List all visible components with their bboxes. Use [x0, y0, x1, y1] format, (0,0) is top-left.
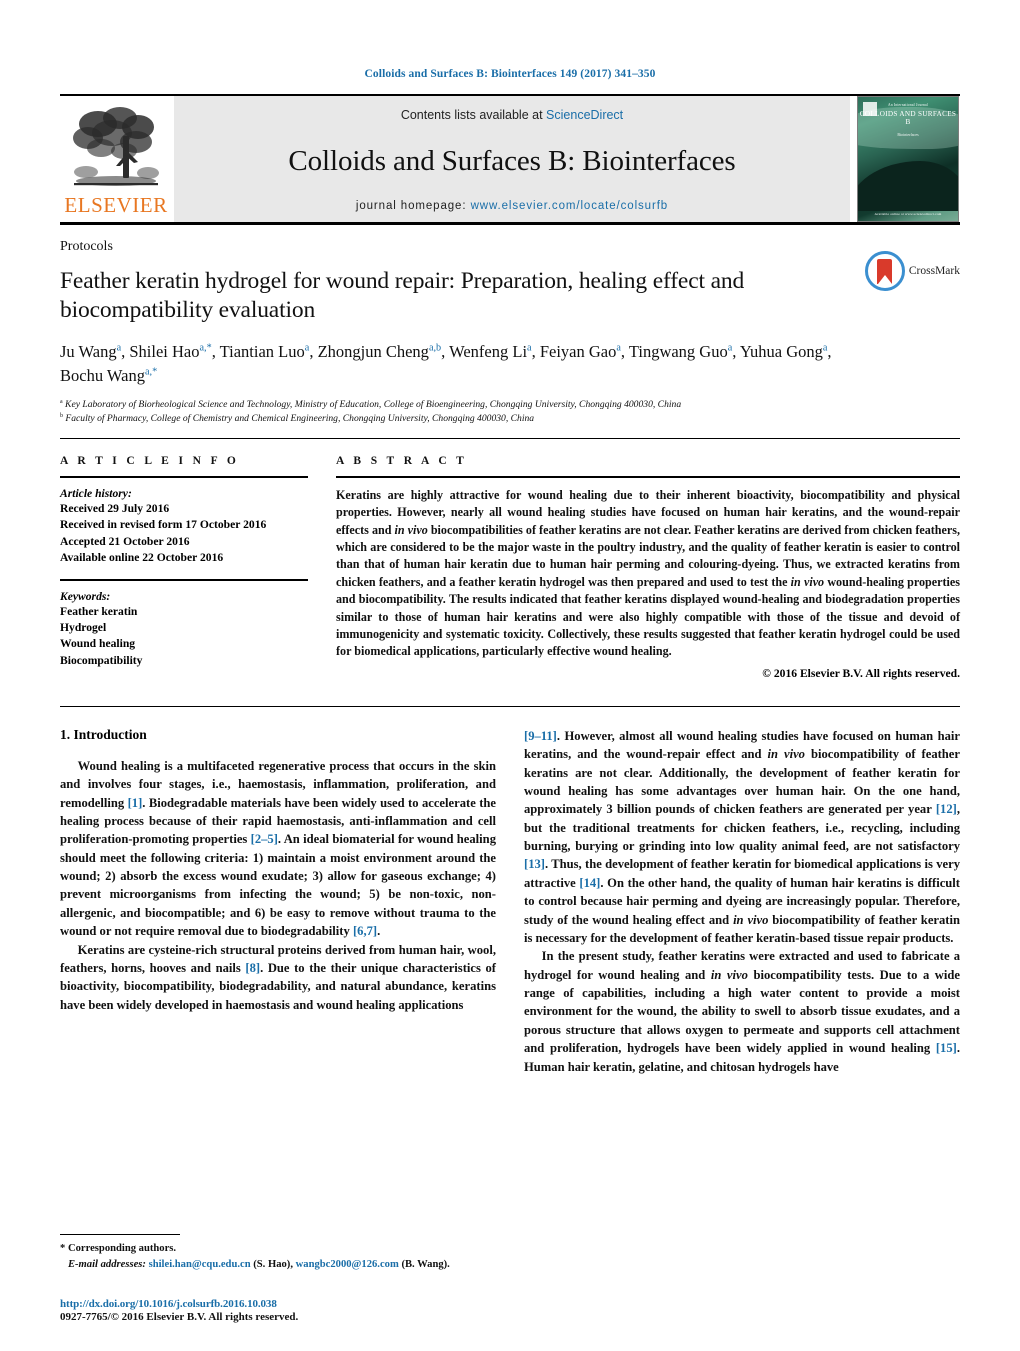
homepage-url-link[interactable]: www.elsevier.com/locate/colsurfb — [471, 200, 669, 212]
abstract-rule — [336, 475, 960, 478]
intro-paragraph-3: [9–11]. However, almost all wound healin… — [524, 728, 960, 945]
history-accepted: Accepted 21 October 2016 — [60, 534, 190, 548]
affiliation-a: a Key Laboratory of Biorheological Scien… — [60, 399, 682, 411]
email-owner-wang: (B. Wang). — [401, 1259, 450, 1271]
article-section-type: Protocols — [60, 239, 113, 254]
affiliation-b: b Faculty of Pharmacy, College of Chemis… — [60, 412, 535, 425]
section-heading-introduction: 1. Introduction — [60, 726, 147, 742]
affiliation-a-text: Key Laboratory of Biorheological Science… — [65, 399, 682, 411]
footnotes-block: * Corresponding authors. E-mail addresse… — [60, 1234, 472, 1273]
email-link-hao[interactable]: shilei.han@cqu.edu.cn — [149, 1259, 251, 1270]
cover-wave-dark — [858, 161, 958, 212]
email-owner-hao: (S. Hao), — [253, 1259, 293, 1271]
sciencedirect-link[interactable]: ScienceDirect — [546, 108, 623, 122]
crossmark-icon — [864, 251, 905, 291]
cover-footer-text: Available online at www.sciencedirect.co… — [874, 212, 942, 216]
page-title: Feather keratin hydrogel for wound repai… — [60, 268, 745, 323]
keyword-item: Feather keratin — [60, 604, 138, 618]
affiliation-b-text: Faculty of Pharmacy, College of Chemistr… — [65, 413, 535, 425]
issn-copyright-line: 0927-7765/© 2016 Elsevier B.V. All right… — [60, 1311, 299, 1323]
keyword-item: Biocompatibility — [60, 653, 143, 667]
cover-text-block: An International Journal COLLOIDS AND SU… — [858, 103, 958, 137]
contents-prefix: Contents lists available at — [400, 108, 543, 122]
journal-cover-thumbnail: An International Journal COLLOIDS AND SU… — [856, 96, 960, 222]
keyword-item: Hydrogel — [60, 621, 107, 635]
email-addresses-note: E-mail addresses: shilei.han@cqu.edu.cn … — [60, 1257, 472, 1273]
journal-masthead: ELSEVIER Contents lists available at Sci… — [60, 94, 960, 222]
history-received: Received 29 July 2016 — [60, 501, 170, 515]
doi-block: http://dx.doi.org/10.1016/j.colsurfb.201… — [60, 1298, 480, 1323]
abstract-text: Keratins are highly attractive for wound… — [336, 487, 960, 659]
elsevier-tree-icon — [73, 107, 159, 186]
intro-paragraph-2: Keratins are cysteine-rich structural pr… — [60, 942, 496, 1012]
cover-title: COLLOIDS AND SURFACES B — [859, 110, 957, 127]
running-head: Colloids and Surfaces B: Biointerfaces 1… — [364, 68, 656, 80]
journal-title: Colloids and Surfaces B: Biointerfaces — [288, 144, 736, 177]
footnote-rule — [60, 1234, 180, 1236]
article-info-rule — [60, 475, 308, 478]
email-label: E-mail addresses: — [67, 1259, 146, 1271]
abstract-column: A B S T R A C T Keratins are highly attr… — [336, 455, 960, 680]
homepage-label: journal homepage: — [355, 200, 467, 212]
history-online: Available online 22 October 2016 — [60, 551, 224, 565]
article-history-title: Article history: — [60, 486, 132, 500]
cover-kicker: An International Journal — [888, 103, 928, 107]
elsevier-wordmark: ELSEVIER — [64, 193, 168, 217]
journal-homepage-line: journal homepage: www.elsevier.com/locat… — [356, 200, 668, 212]
publisher-logo: ELSEVIER — [60, 96, 172, 222]
contents-available-line: Contents lists available at ScienceDirec… — [401, 108, 623, 122]
keyword-item: Wound healing — [60, 637, 136, 651]
keywords-rule — [60, 578, 308, 581]
abstract-copyright: © 2016 Elsevier B.V. All rights reserved… — [762, 666, 960, 680]
body-left-column: 1. Introduction Wound healing is a multi… — [60, 727, 496, 1076]
email-link-wang[interactable]: wangbc2000@126.com — [296, 1259, 399, 1270]
article-header: Protocols CrossMark Feather keratin hydr… — [60, 225, 960, 426]
crossmark-badge[interactable]: CrossMark — [864, 251, 960, 291]
body-columns: 1. Introduction Wound healing is a multi… — [60, 707, 960, 1076]
keywords-title: Keywords: — [60, 589, 111, 603]
masthead-center: Contents lists available at ScienceDirec… — [174, 96, 850, 222]
doi-link[interactable]: http://dx.doi.org/10.1016/j.colsurfb.201… — [60, 1298, 480, 1310]
crossmark-label: CrossMark — [908, 265, 960, 277]
author-list: Ju Wanga, Shilei Haoa,*, Tiantian Luoa, … — [60, 342, 832, 386]
cover-image: An International Journal COLLOIDS AND SU… — [857, 96, 959, 222]
intro-paragraph-4: In the present study, feather keratins w… — [524, 949, 960, 1074]
abstract-label: A B S T R A C T — [336, 454, 468, 467]
info-abstract-section: A R T I C L E I N F O Article history: R… — [60, 439, 960, 680]
article-info-label: A R T I C L E I N F O — [60, 454, 240, 467]
cover-subtitle: Biointerfaces — [897, 131, 919, 137]
corresponding-authors-note: * Corresponding authors. — [60, 1243, 177, 1255]
body-right-column: [9–11]. However, almost all wound healin… — [524, 727, 960, 1076]
history-revised: Received in revised form 17 October 2016 — [60, 518, 267, 532]
intro-paragraph-1: Wound healing is a multifaceted regenera… — [60, 758, 497, 939]
article-info-column: A R T I C L E I N F O Article history: R… — [60, 455, 308, 680]
paper-page: Colloids and Surfaces B: Biointerfaces 1… — [0, 0, 1020, 1351]
